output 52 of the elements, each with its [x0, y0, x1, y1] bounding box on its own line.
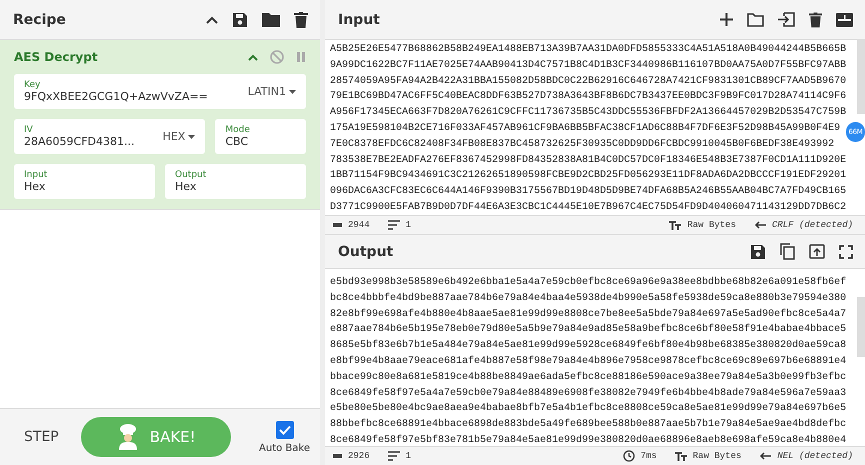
- trash-icon[interactable]: [294, 12, 308, 28]
- lines-icon: [388, 220, 400, 230]
- option-field[interactable]: Output Hex: [165, 164, 306, 199]
- layout-icon[interactable]: [836, 12, 853, 26]
- option-field[interactable]: Input Hex: [14, 164, 155, 199]
- encoding-label[interactable]: Raw Bytes: [687, 220, 736, 230]
- text-size-icon: [669, 220, 682, 230]
- fullscreen-icon[interactable]: [839, 244, 853, 258]
- panel-title: Input: [338, 12, 380, 28]
- eol-label[interactable]: CRLF (detected): [772, 220, 853, 230]
- lines-icon: [388, 451, 400, 461]
- folder-icon[interactable]: [262, 12, 280, 27]
- replace-input-icon[interactable]: [809, 244, 825, 259]
- text-size-icon: [674, 452, 687, 460]
- return-arrow-icon: [754, 221, 766, 229]
- line-count: 1: [406, 451, 412, 461]
- save-icon[interactable]: [232, 12, 248, 28]
- scrollbar-thumb[interactable]: [857, 40, 865, 114]
- caret-icon: [188, 134, 196, 138]
- encoding-option[interactable]: LATIN1: [248, 85, 286, 98]
- output-text[interactable]: e5bd93e998b3e58589e6b492e6bba1e5a4a7e59cb0efbc8ce69a96e9a38ee8bdbbe68b82e6a091e58fb6ef bc8ce4bbbfe4bd9be887aae784b6e79a84e4baa4e5938de4b990e5a58fe5938de59ca8e880b3e79594e380 82e8bf99e698afe4b880e4b8aae5ae81e99d99e8808ce7be8ee5a5bde79a84e697a5e5ad90efbc8ce5a4a7 e887aae784b6e5b195e78eb0e79d80e5a5b9e79a84e9ad85e58a9befbc8ce6bf80e58f91e4babae4bbace5 8685e5bf83e6b7b1e5a484e79a84e5ae81e99d99e5928ce6849fe6bf80e4b98be68385e380820d0ae59ca8 e8bf99e4b8aae79eace681afe4b887e58f98e79a84e4b896e7958ce9878cefbc8ce69c89e697b6e68891e4 bbace99c80e8a681e5819ce4b88be8849ae6ada5efbc8ce88186e590ace9a38ee79a84e5a3b0e99fb3efbc 8ce6849fe58f97e5a4a7e59cb0e79a84e88489e6908fe38082e7949fe6b4bbe4b8ade79a84e596a7e59aa3 e5be80e5be80e4bc9ae8aea9e4babae8bfb7e5a4b1efbc8ce8808ce59ca8e5ae81e99d99e79a84e697b6e5 88bbefbc8ce68891e4bbace6898de883bde5a49fe689bee588b0e887aae5b7b1e79a84e5ae9ae4bd8defbc 8ce6849fe58f97e5bf83e781b5e79a84e5ae81e99d99e380820d0ae68896e8aeb8e698afe59ca8e4b880e4: [325, 273, 846, 446]
- characters-icon: [333, 454, 342, 458]
- bake-time: 7ms: [640, 451, 657, 461]
- encoding-option[interactable]: HEX: [162, 130, 186, 143]
- return-arrow-icon: [759, 452, 772, 460]
- characters-icon: [333, 223, 342, 227]
- option-field[interactable]: Key 9FQxXBEE2GCG1Q+AzwVvZA== LATIN1: [14, 74, 306, 109]
- folder-icon[interactable]: [747, 12, 764, 26]
- option-field[interactable]: IV 28A6059CFD4381... HEX: [14, 119, 206, 154]
- input-text[interactable]: A5B25E26E5477B68862B58B249EA1488EB713A39B7AA31DA0DFD5855333C4A51A518A0B49044244B5B665B 9A99DC1622BC7F11AE7025E74AAB90413D4C7571B8C4D1B3CF3440986B116107BD0AA75A0D7F55BFC97ABB 28574059A95FA94A2B422A31BBA155082D58BDC0C22B62916C646728A7421CF9831301CB89CF7AAD5B9670 79E1BC69BD47AC6FF5C40BEAC8DDF63B527D738A3643BF8B6DC7B3437EE0BDC3F9B9FC017D28A74114C9F6 A956F17345ECA663F7D820A76261C9CFFC11736735B5C43DDC55536FBFDF2A13664457029B2D53547C759B 175A19E598104B2CE716F033AF457AB961CF9BA6BB5BFAC38CF1AD6C88B4F7DF6E3F52D98B45A99B0F4E9 7E0C8378EFDC6C82408F34FB08E837BC458732625F30935C0DD9DD6FCBDC9910045B0F6BEDF38E493992 783538E7BE2EADFA276EF8367452998FD84352838A81B4C0DC57DC0F18346E548B3E7387F0CD1A111D920E 1BB71154F9BC9434691C3C21262651890598FCBE9D2CBD25FD056293E11DF8ADA6DA2DBCCCF191EDF29201 096DAC6A3CFC83EC6C644A146F9390B3175567BD19D48D5D9BE74DFA68B5A246B55AAB04BC7A7FD49CB165 D3771C9900E5FAB7B9D0D7DF44E6A3E3CBC1C4445E10E7B967C4EC75D54FD9D404060471143129DD7DB6C2: [325, 40, 846, 215]
- auto-bake-checkbox[interactable]: [276, 420, 294, 438]
- step-button[interactable]: STEP: [20, 425, 63, 449]
- scrollbar-thumb[interactable]: [857, 297, 865, 357]
- encoding-label[interactable]: Raw Bytes: [692, 451, 742, 461]
- caret-icon: [289, 90, 296, 94]
- length-count: 2926: [348, 451, 370, 461]
- save-icon[interactable]: [750, 244, 766, 260]
- copy-icon[interactable]: [780, 243, 795, 260]
- trash-icon[interactable]: [809, 12, 822, 28]
- collapse-icon[interactable]: [206, 16, 218, 24]
- option-field[interactable]: Mode CBC: [215, 119, 306, 154]
- operation-name: AES Decrypt: [14, 50, 98, 64]
- clock-icon: [622, 450, 635, 462]
- check-icon: [278, 424, 290, 434]
- eol-label[interactable]: NEL (detected): [777, 451, 853, 461]
- auto-bake-label: Auto Bake: [259, 442, 310, 454]
- plus-icon[interactable]: [720, 13, 733, 26]
- panel-title: Recipe: [13, 12, 66, 28]
- import-icon[interactable]: [778, 12, 795, 27]
- length-count: 2944: [348, 220, 370, 230]
- panel-title: Output: [338, 244, 394, 260]
- line-count: 1: [406, 220, 412, 230]
